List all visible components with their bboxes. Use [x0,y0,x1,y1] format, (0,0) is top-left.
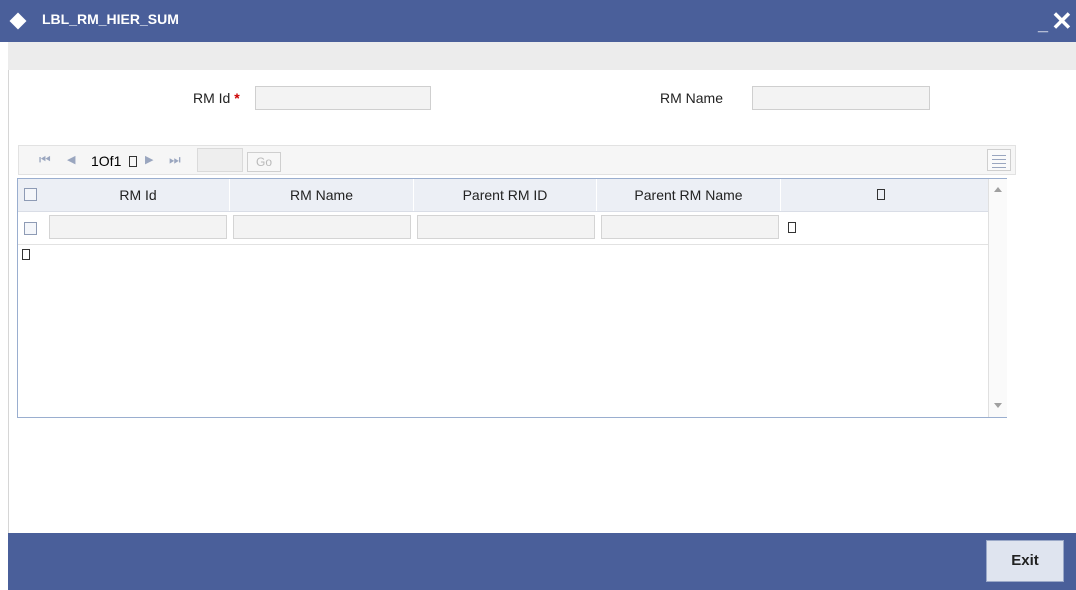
pagination-bar: ⏮ ◀ 1Of1 ▶ ⏭ Go [18,145,1016,175]
table-header: RM Id RM Name Parent RM ID Parent RM Nam… [18,179,988,212]
results-table: RM Id RM Name Parent RM ID Parent RM Nam… [17,178,1007,418]
cell-rm-name[interactable] [233,215,411,239]
cell-parent-rm-name[interactable] [601,215,779,239]
scroll-up-icon[interactable] [994,187,1002,192]
go-button[interactable]: Go [247,152,281,172]
select-all-checkbox[interactable] [24,188,37,201]
scroll-down-icon[interactable] [994,403,1002,408]
placeholder-glyph-icon [129,156,137,167]
required-marker: * [234,90,240,106]
page-number-input[interactable] [197,148,243,172]
row-add-glyph-icon [22,249,30,260]
rm-id-label: RM Id * [193,90,240,106]
minimize-button[interactable]: _ [1038,14,1048,35]
extra-column-glyph-icon [877,189,885,200]
close-button[interactable]: ✕ [1051,6,1073,37]
first-page-icon[interactable]: ⏮ [39,152,51,168]
column-settings-icon[interactable] [987,149,1011,171]
previous-page-icon[interactable]: ◀ [67,153,75,166]
window-title: LBL_RM_HIER_SUM [42,11,179,27]
cell-rm-id[interactable] [49,215,227,239]
table-row [18,212,988,245]
cell-parent-rm-id[interactable] [417,215,595,239]
rm-name-label: RM Name [660,90,724,106]
row-extra-glyph-icon [788,222,796,233]
footer-bar [8,533,1076,590]
last-page-icon[interactable]: ⏭ [169,152,181,168]
title-bar: LBL_RM_HIER_SUM _ ✕ [0,0,1076,42]
column-header-rm-name[interactable]: RM Name [230,179,414,211]
column-header-parent-rm-name[interactable]: Parent RM Name [597,179,781,211]
rm-id-input[interactable] [255,86,431,110]
toolbar-strip [8,42,1076,70]
diamond-icon [9,12,27,30]
column-header-rm-id[interactable]: RM Id [47,179,230,211]
page-indicator: 1Of1 [91,153,121,169]
left-frame-edge [0,42,9,590]
exit-button[interactable]: Exit [986,540,1064,582]
next-page-icon[interactable]: ▶ [145,153,153,166]
rm-name-input[interactable] [752,86,930,110]
rm-id-label-text: RM Id [193,90,231,106]
vertical-scrollbar[interactable] [988,179,1007,417]
page-indicator-text: 1Of1 [91,153,122,169]
row-checkbox[interactable] [24,222,37,235]
column-header-parent-rm-id[interactable]: Parent RM ID [414,179,597,211]
